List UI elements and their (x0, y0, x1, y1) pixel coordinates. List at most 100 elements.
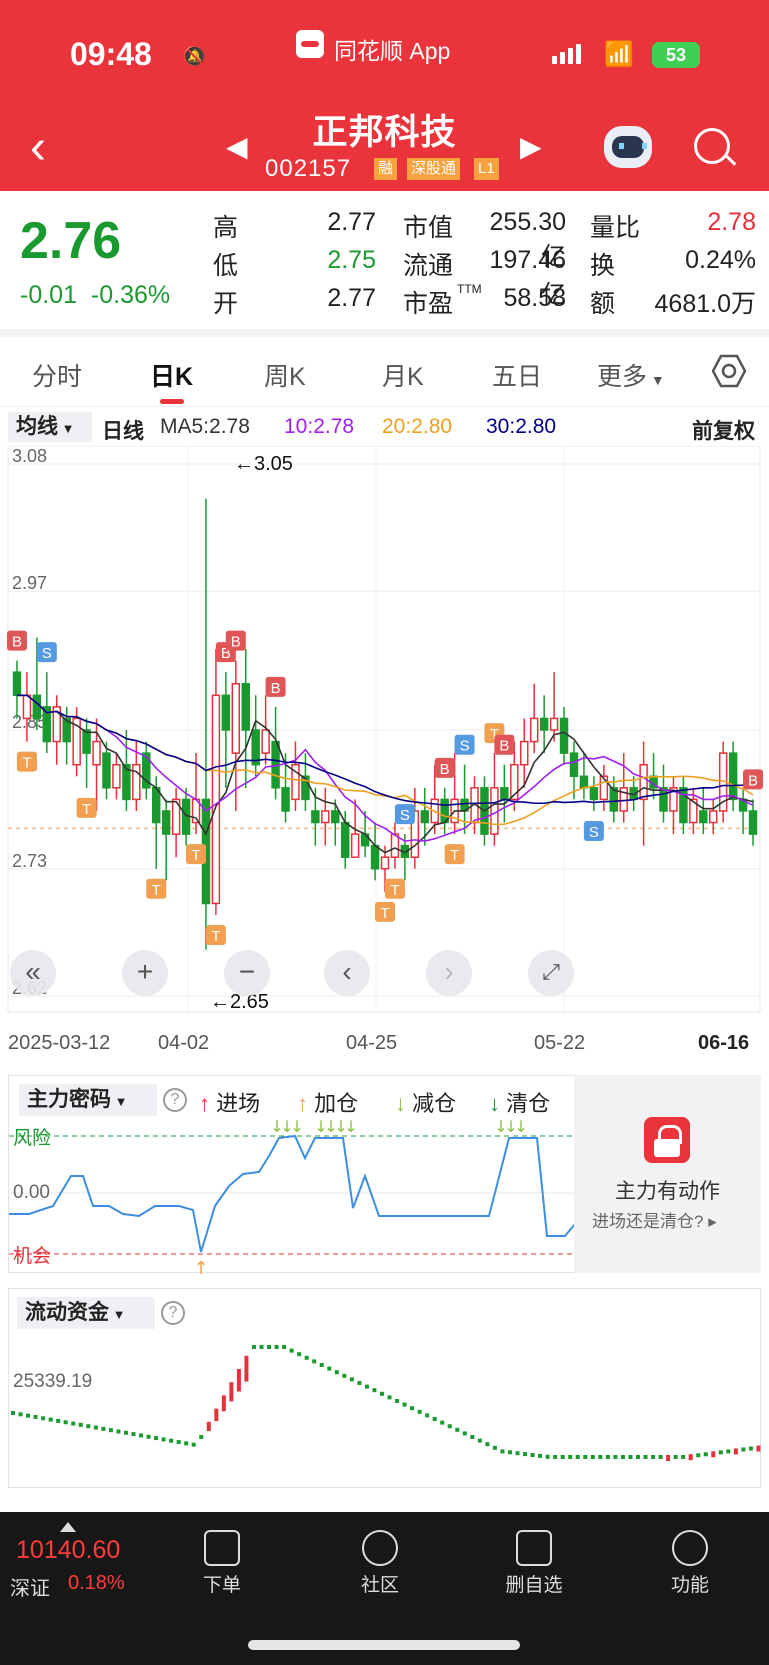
flow-bar (214, 1408, 219, 1422)
flow-bar (470, 1435, 475, 1439)
flow-bar (387, 1395, 392, 1400)
nav-functions[interactable]: 功能 (640, 1522, 740, 1597)
marker-label: S (589, 824, 599, 841)
scroll-left-icon[interactable]: ‹ (324, 950, 370, 996)
candle (728, 741, 738, 811)
quote-value: 2.77 (327, 208, 376, 236)
flow-bar (297, 1352, 302, 1357)
flow-bar (267, 1345, 272, 1349)
flow-bar (48, 1417, 53, 1422)
nav-order[interactable]: 下单 (172, 1522, 272, 1597)
robot-assistant-icon[interactable] (604, 126, 652, 168)
tag-level1: L1 (474, 158, 499, 180)
index-up-icon (60, 1522, 76, 1532)
tab-weekly-k[interactable]: 周K (264, 357, 306, 393)
flow-bar (440, 1420, 445, 1425)
flow-bar (477, 1438, 482, 1443)
flow-bar (78, 1422, 83, 1427)
flow-bar (33, 1414, 38, 1419)
collapse-left-icon[interactable]: « (10, 950, 56, 996)
candle (520, 718, 529, 788)
lock-feature-card[interactable]: 主力有动作 进场还是清仓? ▸ (574, 1075, 761, 1273)
candle-body (539, 717, 549, 731)
candle (579, 753, 589, 800)
home-indicator (248, 1640, 520, 1650)
flow-bar (123, 1430, 128, 1435)
ma20-line (16, 694, 754, 826)
tab-five-day[interactable]: 五日 (492, 357, 542, 393)
signal-marker-b: B (434, 757, 455, 778)
flow-bar (154, 1436, 159, 1441)
candle (112, 753, 121, 800)
candle-body (22, 694, 32, 720)
settings-icon[interactable] (712, 354, 746, 388)
zoom-in-icon[interactable]: + (122, 950, 168, 996)
signal-marker-b: B (225, 630, 246, 651)
candle-body (579, 775, 589, 789)
tab-intraday[interactable]: 分时 (32, 357, 82, 393)
tab-monthly-k[interactable]: 月K (382, 357, 424, 393)
document-icon (204, 1530, 240, 1566)
scroll-right-icon[interactable]: › (426, 950, 472, 996)
signal-marker-t: T (186, 844, 207, 865)
candle-body (559, 717, 569, 754)
next-stock-icon[interactable]: ▶ (520, 130, 542, 163)
zoom-out-icon[interactable]: − (224, 950, 270, 996)
quote-value: 2.78 (707, 208, 756, 236)
nav-remove-watchlist[interactable]: 删自选 (484, 1522, 584, 1597)
divider (0, 329, 769, 337)
flow-bar (666, 1455, 671, 1461)
signal-marker-b: B (265, 676, 286, 697)
candle-body (549, 717, 559, 731)
marker-label: B (231, 634, 241, 651)
marker-label: S (400, 807, 410, 824)
flow-bar (161, 1437, 166, 1442)
candle-body (112, 763, 121, 789)
signal-marker-s: S (36, 642, 57, 663)
ma5-value: MA5:2.78 (160, 415, 250, 438)
marker-label: B (499, 738, 509, 755)
flow-bar (718, 1450, 723, 1455)
tab-more[interactable]: 更多 ▼ (597, 357, 665, 393)
tab-daily-k[interactable]: 日K (150, 357, 193, 393)
flow-bar (553, 1455, 558, 1459)
nav-community[interactable]: 社区 (330, 1522, 430, 1597)
flow-bar (733, 1448, 738, 1455)
flow-bar (41, 1416, 46, 1421)
y-tick-label: 3.08 (12, 446, 47, 466)
flow-bar (583, 1455, 588, 1459)
flow-bar (402, 1402, 407, 1407)
candle (460, 764, 469, 835)
wifi-icon: 📶 (604, 41, 634, 68)
add-arrow: ↑ (193, 1258, 208, 1274)
flow-bar (364, 1384, 369, 1389)
flow-bar (101, 1426, 106, 1431)
flow-bar (236, 1369, 241, 1392)
dropdown-icon: ▼ (58, 421, 75, 436)
app-logo-icon (296, 30, 324, 58)
flow-bar (726, 1449, 731, 1454)
index-value[interactable]: 10140.60 (16, 1536, 120, 1565)
flow-bar (184, 1441, 189, 1446)
flow-bar (379, 1391, 384, 1396)
date-label: 06-16 (698, 1032, 750, 1054)
adjust-mode[interactable]: 前复权 (692, 415, 755, 445)
flow-bar (568, 1455, 573, 1459)
candle-body (281, 787, 290, 812)
flow-bar (485, 1442, 490, 1447)
candlestick-chart[interactable]: 3.082.972.852.732.62BTSTTTTBBBTTSBSTTBSB… (0, 446, 769, 1028)
candle (142, 741, 151, 800)
flow-bar (71, 1421, 76, 1426)
candle (669, 776, 678, 835)
date-label: 2025-03-12 (8, 1032, 111, 1054)
fullscreen-icon[interactable]: ⤢ (528, 950, 574, 996)
search-icon[interactable] (694, 128, 730, 164)
indicator-line (9, 1134, 575, 1253)
chevron-right-icon: ▸ (708, 1212, 717, 1231)
quote-value: 2.77 (327, 284, 376, 312)
candle-body (420, 810, 430, 824)
flow-value-label: 25339.19 (13, 1371, 92, 1392)
ma-select-dropdown[interactable]: 均线 ▼ (8, 412, 92, 442)
signal-marker-t: T (146, 878, 167, 899)
flow-bar (643, 1455, 648, 1459)
